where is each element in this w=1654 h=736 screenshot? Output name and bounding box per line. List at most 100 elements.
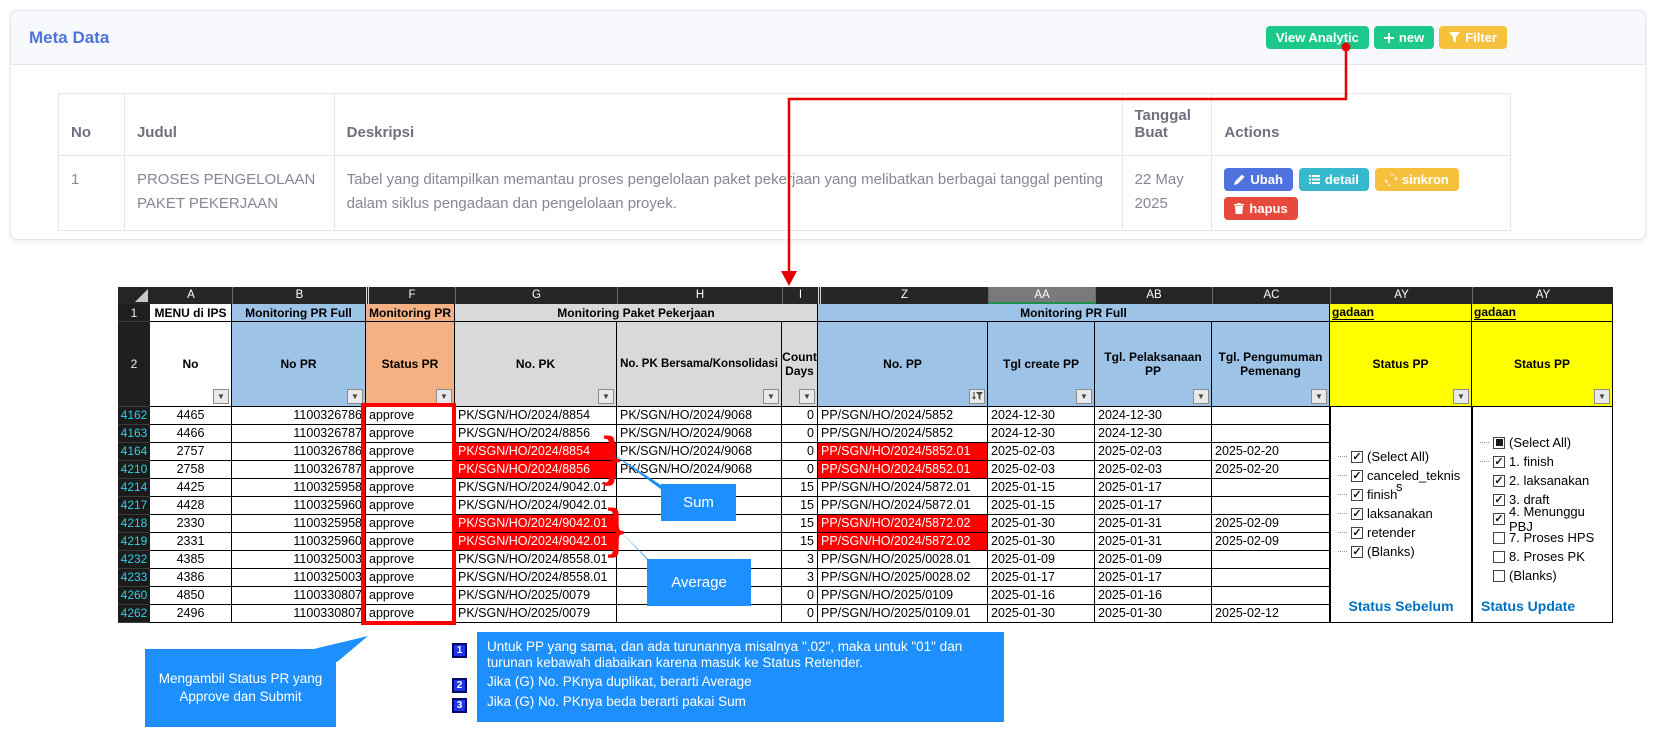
sheet-cell-I-4210[interactable]: 0 xyxy=(782,461,818,479)
sheet-cell-Z-4232[interactable]: PP/SGN/HO/2025/0028.01 xyxy=(818,551,988,569)
sheet-cell-AC-4163[interactable] xyxy=(1212,425,1330,443)
sheet-header-H-4[interactable]: No. PK Bersama/Konsolidasi▼ xyxy=(617,322,782,407)
filter-option[interactable]: ✓2. laksanakan xyxy=(1480,471,1612,490)
sheet-cell-A-4260[interactable]: 4850 xyxy=(150,587,232,605)
column-letter-Z-6[interactable]: Z xyxy=(818,287,988,304)
sheet-cell-Z-4218[interactable]: PP/SGN/HO/2024/5872.02 xyxy=(818,515,988,533)
sheet-cell-Z-4260[interactable]: PP/SGN/HO/2025/0109 xyxy=(818,587,988,605)
row-label-2[interactable]: 2 xyxy=(118,322,150,407)
unchecked-checkbox-icon[interactable] xyxy=(1493,551,1505,563)
sheet-cell-B-4162[interactable]: 1100326786 xyxy=(232,407,366,425)
sheet-cell-A-4232[interactable]: 4385 xyxy=(150,551,232,569)
sheet-header-AB-8[interactable]: Tgl. Pelaksanaan PP▼ xyxy=(1095,322,1212,407)
sheet-cell-AA-4164[interactable]: 2025-02-03 xyxy=(988,443,1095,461)
filter-option[interactable]: ✓canceled_teknis xyxy=(1338,466,1471,485)
sheet-cell-B-4233[interactable]: 1100325003 xyxy=(232,569,366,587)
sheet-cell-I-4218[interactable]: 15 xyxy=(782,515,818,533)
row-number[interactable]: 4163 xyxy=(118,425,150,443)
group-header-4[interactable]: Monitoring PR Full xyxy=(818,304,1330,322)
sheet-cell-B-4260[interactable]: 1100330807 xyxy=(232,587,366,605)
filter-dropdown-icon[interactable]: ▼ xyxy=(1453,389,1469,404)
sheet-cell-F-4232[interactable]: approve xyxy=(366,551,455,569)
filter-option[interactable]: 8. Proses PK xyxy=(1480,547,1612,566)
sheet-cell-G-4163[interactable]: PK/SGN/HO/2024/8856 xyxy=(455,425,617,443)
filter-option[interactable]: (Select All) xyxy=(1480,433,1612,452)
sheet-cell-H-4163[interactable]: PK/SGN/HO/2024/9068 xyxy=(617,425,782,443)
filter-dropdown-icon[interactable]: ▼ xyxy=(347,389,363,404)
sheet-cell-A-4219[interactable]: 2331 xyxy=(150,533,232,551)
row-label-1[interactable]: 1 xyxy=(118,304,150,322)
sheet-cell-AC-4214[interactable] xyxy=(1212,479,1330,497)
sheet-cell-AB-4217[interactable]: 2025-01-17 xyxy=(1095,497,1212,515)
ubah-button[interactable]: Ubah xyxy=(1224,168,1293,191)
sheet-cell-G-4210[interactable]: PK/SGN/HO/2024/8856 xyxy=(455,461,617,479)
sheet-cell-AC-4210[interactable]: 2025-02-20 xyxy=(1212,461,1330,479)
column-letter-AC-9[interactable]: AC xyxy=(1212,287,1330,304)
sheet-cell-F-4217[interactable]: approve xyxy=(366,497,455,515)
sheet-cell-AA-4232[interactable]: 2025-01-09 xyxy=(988,551,1095,569)
sheet-cell-AC-4219[interactable]: 2025-02-09 xyxy=(1212,533,1330,551)
column-letter-AY-10[interactable]: AY xyxy=(1330,287,1472,304)
checked-checkbox-icon[interactable]: ✓ xyxy=(1493,475,1505,487)
filter-option[interactable]: ✓retender xyxy=(1338,523,1471,542)
checked-checkbox-icon[interactable]: ✓ xyxy=(1351,508,1363,520)
filter-sort-icon[interactable] xyxy=(969,389,985,404)
sheet-cell-A-4233[interactable]: 4386 xyxy=(150,569,232,587)
column-letter-F-2[interactable]: F xyxy=(366,287,455,304)
filter-option[interactable]: ✓(Select All) xyxy=(1338,447,1471,466)
sheet-cell-B-4217[interactable]: 1100325960 xyxy=(232,497,366,515)
sheet-cell-AA-4233[interactable]: 2025-01-17 xyxy=(988,569,1095,587)
row-number[interactable]: 4164 xyxy=(118,443,150,461)
column-letter-AY-11[interactable]: AY xyxy=(1472,287,1613,304)
sheet-cell-Z-4210[interactable]: PP/SGN/HO/2024/5852.01 xyxy=(818,461,988,479)
row-number[interactable]: 4262 xyxy=(118,605,150,623)
sheet-cell-AB-4260[interactable]: 2025-01-16 xyxy=(1095,587,1212,605)
filter-dropdown-icon[interactable]: ▼ xyxy=(213,389,229,404)
filter-dropdown-icon[interactable]: ▼ xyxy=(436,389,452,404)
checked-checkbox-icon[interactable]: ✓ xyxy=(1493,513,1505,525)
column-letter-G-3[interactable]: G xyxy=(455,287,617,304)
sheet-cell-AA-4162[interactable]: 2024-12-30 xyxy=(988,407,1095,425)
column-letter-I-5[interactable]: I xyxy=(782,287,818,304)
sheet-cell-Z-4164[interactable]: PP/SGN/HO/2024/5852.01 xyxy=(818,443,988,461)
sheet-cell-F-4214[interactable]: approve xyxy=(366,479,455,497)
sheet-cell-A-4162[interactable]: 4465 xyxy=(150,407,232,425)
group-header-3[interactable]: Monitoring Paket Pekerjaan xyxy=(455,304,818,322)
filter-option[interactable]: (Blanks) xyxy=(1480,566,1612,585)
checked-checkbox-icon[interactable]: ✓ xyxy=(1351,470,1363,482)
sheet-cell-G-4260[interactable]: PK/SGN/HO/2025/0079 xyxy=(455,587,617,605)
sheet-cell-H-4164[interactable]: PK/SGN/HO/2024/9068 xyxy=(617,443,782,461)
sheet-header-AC-9[interactable]: Tgl. Pengumuman Pemenang▼ xyxy=(1212,322,1330,407)
group-header-0[interactable]: MENU di IPS xyxy=(150,304,232,322)
sheet-header-G-3[interactable]: No. PK▼ xyxy=(455,322,617,407)
sheet-cell-I-4262[interactable]: 0 xyxy=(782,605,818,623)
mixed-checkbox-icon[interactable] xyxy=(1493,437,1505,449)
sheet-cell-AB-4163[interactable]: 2024-12-30 xyxy=(1095,425,1212,443)
sheet-cell-I-4162[interactable]: 0 xyxy=(782,407,818,425)
sheet-cell-I-4214[interactable]: 15 xyxy=(782,479,818,497)
sheet-cell-F-4219[interactable]: approve xyxy=(366,533,455,551)
sheet-cell-AC-4164[interactable]: 2025-02-20 xyxy=(1212,443,1330,461)
filter-dropdown-icon[interactable]: ▼ xyxy=(763,389,779,404)
checked-checkbox-icon[interactable]: ✓ xyxy=(1351,527,1363,539)
group-header-5[interactable]: gadaan xyxy=(1330,304,1472,322)
filter-dropdown-icon[interactable]: ▼ xyxy=(1594,389,1610,404)
sheet-cell-G-4164[interactable]: PK/SGN/HO/2024/8854 xyxy=(455,443,617,461)
sheet-cell-I-4260[interactable]: 0 xyxy=(782,587,818,605)
sheet-cell-F-4233[interactable]: approve xyxy=(366,569,455,587)
sheet-header-I-5[interactable]: Count Days▼ xyxy=(782,322,818,407)
sheet-cell-Z-4233[interactable]: PP/SGN/HO/2025/0028.02 xyxy=(818,569,988,587)
sheet-header-F-2[interactable]: Status PR▼ xyxy=(366,322,455,407)
sheet-cell-G-4162[interactable]: PK/SGN/HO/2024/8854 xyxy=(455,407,617,425)
sheet-cell-G-4262[interactable]: PK/SGN/HO/2025/0079 xyxy=(455,605,617,623)
sheet-cell-AB-4210[interactable]: 2025-02-03 xyxy=(1095,461,1212,479)
group-header-1[interactable]: Monitoring PR Full xyxy=(232,304,366,322)
filter-dropdown-icon[interactable]: ▼ xyxy=(1076,389,1092,404)
sheet-cell-H-4262[interactable] xyxy=(617,605,782,623)
sheet-cell-A-4164[interactable]: 2757 xyxy=(150,443,232,461)
row-number[interactable]: 4214 xyxy=(118,479,150,497)
sheet-cell-AC-4218[interactable]: 2025-02-09 xyxy=(1212,515,1330,533)
checked-checkbox-icon[interactable]: ✓ xyxy=(1351,546,1363,558)
row-number[interactable]: 4219 xyxy=(118,533,150,551)
sheet-cell-G-4217[interactable]: PK/SGN/HO/2024/9042.01 xyxy=(455,497,617,515)
